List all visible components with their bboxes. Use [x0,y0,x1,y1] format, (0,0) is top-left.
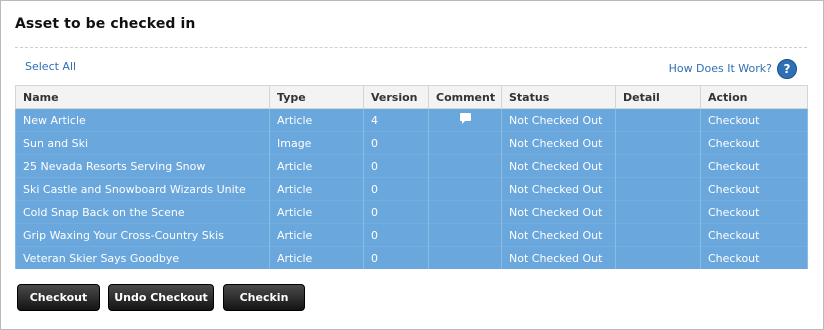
table-header-row: Name Type Version Comment Status Detail … [15,85,808,109]
table-row[interactable]: Ski Castle and Snowboard Wizards Unite A… [15,177,808,201]
asset-status: Not Checked Out [501,177,616,201]
asset-type: Article [269,200,364,224]
checkout-action-link[interactable]: Checkout [700,108,808,132]
asset-name: Sun and Ski [15,131,270,155]
select-all-link[interactable]: Select All [25,60,76,73]
asset-detail [615,200,701,224]
divider [15,47,807,48]
asset-name: New Article [15,108,270,132]
asset-type: Article [269,223,364,247]
asset-detail [615,223,701,247]
table-row[interactable]: Sun and Ski Image 0 Not Checked Out Chec… [15,131,808,155]
checkin-button[interactable]: Checkin [223,284,305,311]
asset-version: 0 [363,223,429,247]
asset-name: Cold Snap Back on the Scene [15,200,270,224]
asset-status: Not Checked Out [501,154,616,178]
asset-status: Not Checked Out [501,246,616,269]
asset-detail [615,154,701,178]
asset-detail [615,131,701,155]
asset-comment [428,154,502,178]
asset-name: Ski Castle and Snowboard Wizards Unite [15,177,270,201]
asset-comment [428,223,502,247]
table-row[interactable]: New Article Article 4 Not Checked Out Ch… [15,108,808,132]
asset-comment [428,108,502,132]
column-header-version[interactable]: Version [363,85,429,109]
asset-comment [428,200,502,224]
asset-status: Not Checked Out [501,223,616,247]
asset-version: 0 [363,131,429,155]
asset-version: 4 [363,108,429,132]
help-icon[interactable]: ? [777,59,797,79]
asset-detail [615,108,701,132]
checkin-panel: Asset to be checked in Select All How Do… [0,0,824,330]
asset-type: Article [269,108,364,132]
checkout-action-link[interactable]: Checkout [700,200,808,224]
column-header-comment[interactable]: Comment [428,85,502,109]
checkout-action-link[interactable]: Checkout [700,177,808,201]
checkout-action-link[interactable]: Checkout [700,246,808,269]
asset-status: Not Checked Out [501,131,616,155]
table-row[interactable]: Cold Snap Back on the Scene Article 0 No… [15,200,808,224]
asset-name: Grip Waxing Your Cross-Country Skis [15,223,270,247]
undo-checkout-button[interactable]: Undo Checkout [108,284,214,311]
checkout-action-link[interactable]: Checkout [700,223,808,247]
column-header-name[interactable]: Name [15,85,270,109]
asset-comment [428,131,502,155]
asset-type: Article [269,154,364,178]
table-row[interactable]: Veteran Skier Says Goodbye Article 0 Not… [15,246,808,269]
asset-version: 0 [363,154,429,178]
asset-type: Article [269,177,364,201]
comment-icon[interactable] [459,112,471,124]
asset-detail [615,177,701,201]
asset-detail [615,246,701,269]
assets-table: Name Type Version Comment Status Detail … [15,85,808,269]
asset-version: 0 [363,177,429,201]
column-header-type[interactable]: Type [269,85,364,109]
asset-comment [428,177,502,201]
table-row[interactable]: 25 Nevada Resorts Serving Snow Article 0… [15,154,808,178]
asset-name: Veteran Skier Says Goodbye [15,246,270,269]
asset-type: Article [269,246,364,269]
page-title: Asset to be checked in [15,16,196,32]
checkout-action-link[interactable]: Checkout [700,154,808,178]
checkout-action-link[interactable]: Checkout [700,131,808,155]
asset-status: Not Checked Out [501,200,616,224]
column-header-detail[interactable]: Detail [615,85,701,109]
asset-type: Image [269,131,364,155]
asset-comment [428,246,502,269]
column-header-status[interactable]: Status [501,85,616,109]
asset-name: 25 Nevada Resorts Serving Snow [15,154,270,178]
checkout-button[interactable]: Checkout [17,284,100,311]
table-row[interactable]: Grip Waxing Your Cross-Country Skis Arti… [15,223,808,247]
asset-status: Not Checked Out [501,108,616,132]
asset-version: 0 [363,246,429,269]
how-does-it-work-link[interactable]: How Does It Work? [669,62,772,75]
column-header-action[interactable]: Action [700,85,808,109]
asset-version: 0 [363,200,429,224]
